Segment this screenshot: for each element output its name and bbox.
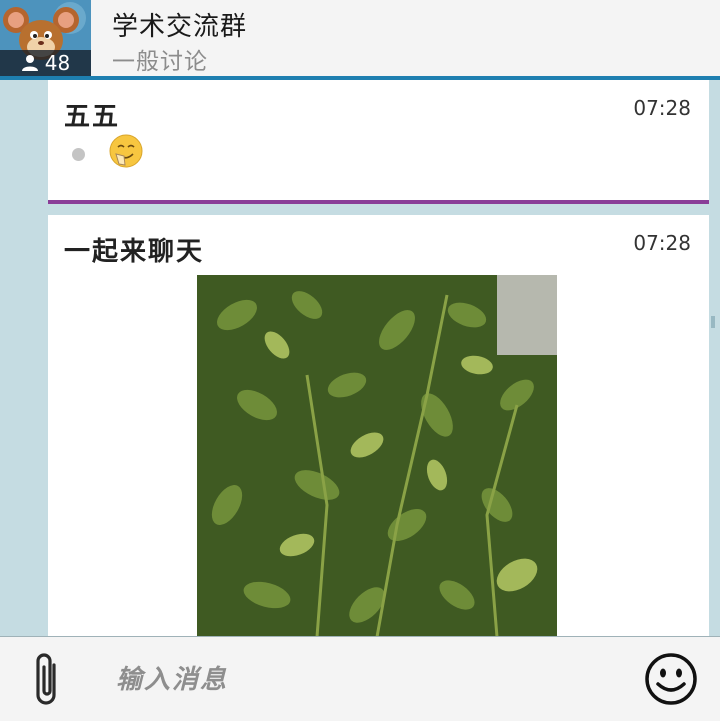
scroll-indicator[interactable] (711, 316, 715, 328)
blushing-smile-emoji-icon[interactable] (108, 133, 144, 169)
person-icon (21, 55, 38, 71)
message-time: 07:28 (633, 96, 691, 120)
member-count-badge: 48 (0, 50, 91, 76)
member-count: 48 (44, 51, 71, 75)
group-title: 学术交流群 (112, 12, 248, 42)
message-sender: 五五 (64, 102, 121, 132)
message-time: 07:28 (633, 231, 691, 255)
paperclip-icon[interactable] (30, 651, 66, 709)
message-card[interactable]: 五五 07:28 (48, 80, 709, 204)
message-card[interactable]: 一起来聊天 07:28 (48, 215, 709, 636)
message-composer (0, 636, 720, 721)
chat-header: 48 学术交流群 一般讨论 (0, 0, 720, 80)
shared-photo[interactable] (197, 275, 557, 636)
plant-photo-image (197, 275, 557, 636)
message-input[interactable] (114, 659, 598, 701)
smiley-icon[interactable] (644, 652, 698, 706)
group-subtitle: 一般讨论 (112, 49, 208, 75)
message-list[interactable]: 五五 07:28 一起来聊天 07:28 (0, 80, 720, 636)
read-status-dot (72, 148, 85, 161)
message-sender: 一起来聊天 (64, 237, 205, 267)
group-avatar[interactable]: 48 (0, 0, 91, 76)
